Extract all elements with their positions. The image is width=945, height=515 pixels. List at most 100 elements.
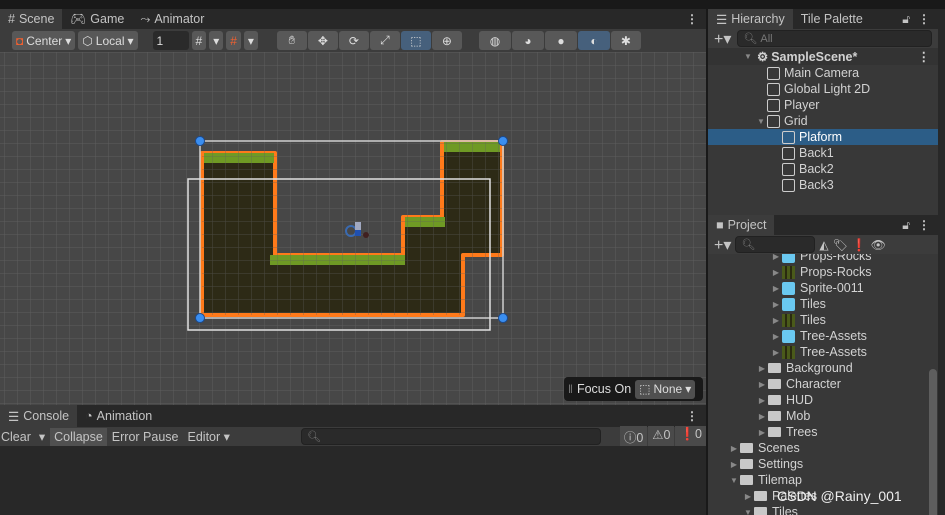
expand-arrow-icon[interactable]: ▶: [770, 332, 782, 341]
tab-scene[interactable]: # Scene: [0, 9, 63, 29]
project-item[interactable]: ▶ Props-Rocks: [708, 254, 938, 264]
drag-handle-icon[interactable]: ‖: [568, 382, 573, 396]
rect-tool-button[interactable]: ⬚: [400, 31, 431, 50]
focus-dropdown[interactable]: ⬚ None ▾: [635, 379, 696, 399]
increment-snap-dropdown[interactable]: ▾: [243, 31, 258, 50]
tab-project[interactable]: ■ Project: [708, 215, 775, 235]
expand-arrow-icon[interactable]: ▶: [770, 316, 782, 325]
scene-menu-icon[interactable]: ⋮: [918, 49, 939, 64]
hidden-icon[interactable]: 👁︎: [871, 238, 886, 252]
expand-arrow-icon[interactable]: ▼: [728, 476, 740, 485]
expand-arrow-icon[interactable]: ▼: [742, 508, 754, 515]
expand-arrow-icon[interactable]: ▶: [742, 492, 754, 501]
shaded-wireframe-button[interactable]: ◕: [511, 31, 544, 50]
project-item[interactable]: ▶ HUD: [708, 392, 938, 408]
project-item[interactable]: ▶ Tree-Assets: [708, 344, 938, 360]
project-item[interactable]: ▶ Tree-Assets: [708, 328, 938, 344]
expand-arrow-icon[interactable]: ▶: [756, 364, 768, 373]
project-item[interactable]: ▶ Tiles: [708, 296, 938, 312]
expand-arrow-icon[interactable]: ▶: [728, 444, 740, 453]
hierarchy-item[interactable]: Back1: [708, 145, 938, 161]
console-log-area: [0, 446, 706, 515]
tab-hierarchy[interactable]: ☰ Hierarchy: [708, 9, 793, 29]
hierarchy-item[interactable]: Player: [708, 97, 938, 113]
clear-dropdown[interactable]: ▾: [35, 429, 49, 444]
grid-snap-button[interactable]: #: [191, 31, 207, 50]
hierarchy-item[interactable]: Main Camera: [708, 65, 938, 81]
transform-tool-button[interactable]: ⊕: [431, 31, 462, 50]
tab-console[interactable]: ☰ Console: [0, 405, 78, 427]
expand-arrow-icon[interactable]: ▶: [756, 380, 768, 389]
project-item[interactable]: ▶ Props-Rocks: [708, 264, 938, 280]
clear-button[interactable]: Clear: [0, 430, 34, 444]
project-item[interactable]: ▶ Character: [708, 376, 938, 392]
log-toggle[interactable]: ⓘ0: [619, 426, 648, 447]
project-item[interactable]: ▶ Trees: [708, 424, 938, 440]
more-menu-icon[interactable]: ⋮: [910, 218, 938, 232]
add-button[interactable]: +▾: [714, 29, 731, 49]
search-by-type-icon[interactable]: ◭: [819, 238, 828, 252]
add-button[interactable]: +▾: [714, 235, 731, 255]
collapse-toggle[interactable]: Collapse: [50, 427, 107, 446]
expand-arrow-icon[interactable]: ▶: [756, 412, 768, 421]
grid-size-input[interactable]: 1: [152, 31, 189, 50]
scrollbar-thumb[interactable]: [929, 369, 937, 515]
label-icon[interactable]: 🏷︎: [833, 238, 848, 252]
rotate-tool-button[interactable]: ⟳: [338, 31, 369, 50]
project-item[interactable]: ▶ Background: [708, 360, 938, 376]
space-dropdown[interactable]: ⬡ Local ▾: [78, 31, 138, 50]
scale-tool-button[interactable]: ⤢: [369, 31, 400, 50]
expand-arrow-icon[interactable]: ▶: [756, 396, 768, 405]
scene-view[interactable]: ‖ Focus On ⬚ None ▾: [0, 52, 706, 405]
editor-dropdown[interactable]: Editor ▾: [184, 429, 234, 444]
expand-arrow-icon[interactable]: ▶: [770, 254, 782, 261]
more-menu-icon[interactable]: ⋮: [910, 12, 938, 26]
expand-arrow-icon[interactable]: ▼: [742, 52, 754, 61]
expand-arrow-icon[interactable]: ▶: [756, 428, 768, 437]
error-toggle[interactable]: ❗0: [675, 426, 706, 447]
move-tool-button[interactable]: ✥: [307, 31, 338, 50]
pivot-dropdown[interactable]: ◘ Center ▾: [12, 31, 76, 50]
project-item[interactable]: ▼ Tilemap: [708, 472, 938, 488]
project-item[interactable]: ▶ Scenes: [708, 440, 938, 456]
hierarchy-item-selected[interactable]: Plaform: [708, 129, 938, 145]
lock-icon[interactable]: 🔓︎: [902, 218, 910, 233]
alert-icon[interactable]: ❗: [852, 238, 867, 252]
expand-arrow-icon[interactable]: ▶: [770, 348, 782, 357]
warning-toggle[interactable]: ⚠0: [648, 426, 675, 447]
hierarchy-item[interactable]: Back3: [708, 177, 938, 193]
grid-snap-dropdown[interactable]: ▾: [209, 31, 224, 50]
project-item[interactable]: ▼ Tiles: [708, 504, 938, 515]
expand-arrow-icon[interactable]: ▶: [728, 460, 740, 469]
expand-arrow-icon[interactable]: ▶: [770, 284, 782, 293]
scene-row[interactable]: ▼ ⚙ SampleScene* ⋮: [708, 48, 938, 65]
project-item[interactable]: ▶ Sprite-0011: [708, 280, 938, 296]
tab-animation[interactable]: ◔ Animation: [77, 405, 160, 427]
expand-arrow-icon[interactable]: ▼: [755, 117, 767, 126]
expand-arrow-icon[interactable]: ▶: [770, 268, 782, 277]
lock-icon[interactable]: 🔓︎: [902, 12, 910, 27]
more-menu-icon[interactable]: ⋮: [678, 12, 706, 26]
gameobject-icon: [782, 162, 795, 176]
hierarchy-item[interactable]: ▼ Grid: [708, 113, 938, 129]
hand-tool-button[interactable]: ✋︎: [276, 31, 307, 50]
unlit-button[interactable]: ◐: [577, 31, 610, 50]
hierarchy-item[interactable]: Global Light 2D: [708, 81, 938, 97]
expand-arrow-icon[interactable]: ▶: [770, 300, 782, 309]
project-search-input[interactable]: 🔍︎: [735, 236, 816, 253]
project-item[interactable]: ▶ Settings: [708, 456, 938, 472]
more-menu-icon[interactable]: ⋮: [678, 409, 706, 423]
wireframe-button[interactable]: ◍: [478, 31, 511, 50]
hierarchy-search-input[interactable]: 🔍︎ All: [737, 30, 932, 47]
tab-animator[interactable]: ⤳ Animator: [132, 9, 212, 29]
project-item[interactable]: ▶ Tiles: [708, 312, 938, 328]
shaded-button[interactable]: ●: [544, 31, 577, 50]
increment-snap-button[interactable]: #: [226, 31, 241, 50]
error-pause-toggle[interactable]: Error Pause: [108, 430, 183, 444]
console-search-input[interactable]: 🔍︎: [301, 428, 601, 445]
project-item[interactable]: ▶ Mob: [708, 408, 938, 424]
tab-tile-palette[interactable]: Tile Palette: [793, 9, 871, 29]
debug-draw-button[interactable]: ✱: [610, 31, 641, 50]
hierarchy-item[interactable]: Back2: [708, 161, 938, 177]
tab-game[interactable]: 🎮︎ Game: [62, 9, 132, 29]
